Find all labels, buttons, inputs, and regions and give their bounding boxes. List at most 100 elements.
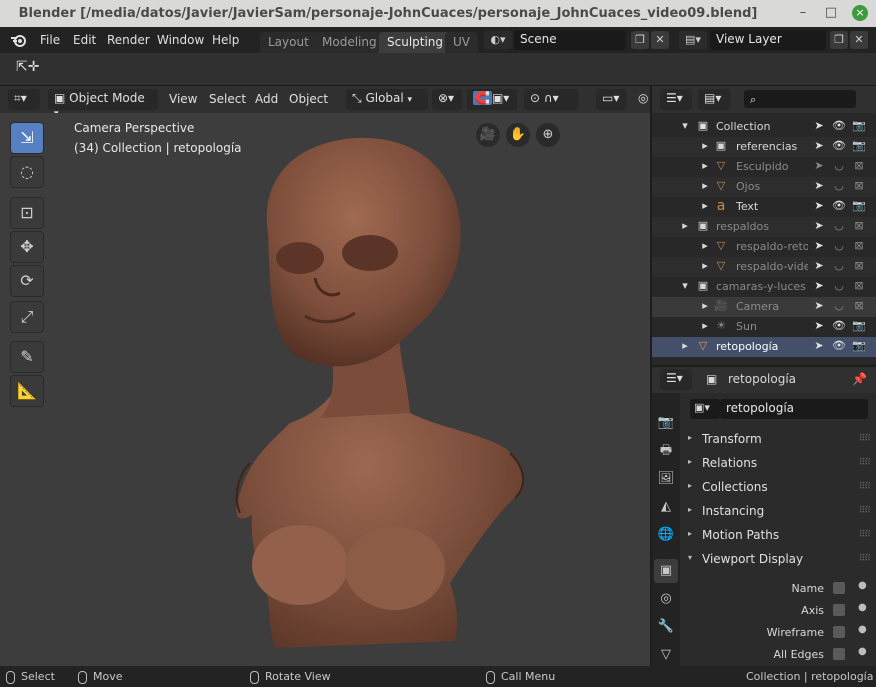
object-type-visibility-icon[interactable]: ▭▾ bbox=[596, 89, 626, 110]
select-arrow-icon[interactable]: ➤ bbox=[812, 199, 826, 212]
scale-tool-icon[interactable]: ⤢ bbox=[10, 301, 44, 333]
camera-render-icon[interactable]: 📷 bbox=[852, 319, 866, 332]
menu-edit[interactable]: Edit bbox=[73, 33, 96, 47]
expand-icon[interactable]: ▾ bbox=[678, 279, 692, 293]
select-arrow-icon[interactable]: ➤ bbox=[812, 319, 826, 332]
view-layer-browse-icon[interactable]: ▤▾ bbox=[679, 31, 707, 49]
minimize-button[interactable]: – bbox=[795, 5, 811, 21]
scene-delete-icon[interactable]: ✕ bbox=[651, 31, 669, 49]
cursor-tool-icon[interactable]: ◌ bbox=[10, 156, 44, 188]
object-tab-icon[interactable]: ▣ bbox=[654, 559, 678, 583]
select-arrow-icon[interactable]: ➤ bbox=[812, 179, 826, 192]
expand-icon[interactable]: ▸ bbox=[698, 139, 712, 153]
eye-closed-icon[interactable]: ◡ bbox=[832, 279, 846, 292]
blender-logo-icon[interactable] bbox=[10, 32, 28, 48]
outliner-row-respaldo-video[interactable]: ▸ ▽ respaldo-video ➤ ◡ ⊠ bbox=[652, 257, 876, 277]
snap-toggle-icon[interactable]: 🧲 ▣▾ bbox=[467, 89, 517, 110]
expand-icon[interactable]: ▸ bbox=[698, 199, 712, 213]
drag-handle-icon[interactable]: ⠿⠿ bbox=[859, 554, 871, 564]
camera-render-icon[interactable]: 📷 bbox=[852, 119, 866, 132]
outliner-row-respaldo-retop[interactable]: ▸ ▽ respaldo-retop ➤ ◡ ⊠ bbox=[652, 237, 876, 257]
expand-icon[interactable]: ▸ bbox=[698, 259, 712, 273]
properties-editor-type-icon[interactable]: ☰▾ bbox=[660, 369, 692, 390]
select-arrow-icon[interactable]: ➤ bbox=[812, 279, 826, 292]
select-arrow-icon[interactable]: ➤ bbox=[812, 159, 826, 172]
keyframe-dot-icon[interactable]: ● bbox=[858, 580, 867, 591]
eye-closed-icon[interactable]: ◡ bbox=[832, 259, 846, 272]
move-tool-icon[interactable]: ⇱✛ bbox=[16, 59, 39, 81]
scene-new-icon[interactable]: ❐ bbox=[631, 31, 649, 49]
orientation-selector[interactable]: ⤡ Global ▾ bbox=[346, 89, 428, 110]
select-arrow-icon[interactable]: ➤ bbox=[812, 299, 826, 312]
camera-render-icon[interactable]: 📷 bbox=[852, 139, 866, 152]
measure-tool-icon[interactable]: 📐 bbox=[10, 375, 44, 407]
select-arrow-icon[interactable]: ➤ bbox=[812, 139, 826, 152]
eye-closed-icon[interactable]: ◡ bbox=[832, 179, 846, 192]
scene-browse-icon[interactable]: ◐▾ bbox=[484, 31, 512, 49]
tab-layout[interactable]: Layout bbox=[260, 32, 317, 53]
select-arrow-icon[interactable]: ➤ bbox=[812, 119, 826, 132]
panel-instancing[interactable]: ▸ Instancing ⠿⠿ bbox=[684, 501, 872, 523]
panel-collections[interactable]: ▸ Collections ⠿⠿ bbox=[684, 477, 872, 499]
pivot-point-icon[interactable]: ⊗▾ bbox=[432, 89, 462, 110]
menu-window[interactable]: Window bbox=[157, 33, 204, 47]
zoom-icon[interactable]: ⊕ bbox=[536, 123, 560, 147]
panel-motion-paths[interactable]: ▸ Motion Paths ⠿⠿ bbox=[684, 525, 872, 547]
proportional-edit-icon[interactable]: ⊙ ∩▾ bbox=[524, 89, 578, 110]
menu-file[interactable]: File bbox=[40, 33, 60, 47]
panel-transform[interactable]: ▸ Transform ⠿⠿ bbox=[684, 429, 872, 451]
outliner-row-camaras-y-luces[interactable]: ▾ ▣ camaras-y-luces ➤ ◡ ⊠ bbox=[652, 277, 876, 297]
keyframe-dot-icon[interactable]: ● bbox=[858, 602, 867, 613]
checkbox[interactable] bbox=[833, 604, 845, 616]
expand-icon[interactable]: ▾ bbox=[678, 119, 692, 133]
eye-closed-icon[interactable]: ◡ bbox=[832, 239, 846, 252]
viewport-menu-view[interactable]: View bbox=[169, 92, 197, 106]
eye-icon[interactable]: 👁 bbox=[832, 319, 846, 332]
eye-icon[interactable]: 👁 bbox=[832, 119, 846, 132]
drag-handle-icon[interactable]: ⠿⠿ bbox=[859, 458, 871, 468]
tab-uv[interactable]: UV bbox=[445, 32, 478, 53]
camera-render-icon[interactable]: ⊠ bbox=[852, 159, 866, 172]
outliner-row-ojos[interactable]: ▸ ▽ Ojos ➤ ◡ ⊠ bbox=[652, 177, 876, 197]
eye-closed-icon[interactable]: ◡ bbox=[832, 219, 846, 232]
viewport-menu-select[interactable]: Select bbox=[209, 92, 246, 106]
checkbox[interactable] bbox=[833, 582, 845, 594]
outliner-row-collection[interactable]: ▾ ▣ Collection ➤ 👁 📷 bbox=[652, 117, 876, 137]
expand-icon[interactable]: ▸ bbox=[698, 159, 712, 173]
view-layer-tab-icon[interactable]: 🖼 bbox=[654, 467, 678, 491]
viewport-menu-add[interactable]: Add bbox=[255, 92, 278, 106]
select-arrow-icon[interactable]: ➤ bbox=[812, 239, 826, 252]
camera-render-icon[interactable]: 📷 bbox=[852, 339, 866, 352]
menu-help[interactable]: Help bbox=[212, 33, 239, 47]
3d-viewport[interactable]: Camera Perspective (34) Collection | ret… bbox=[0, 113, 650, 666]
viewport-menu-object[interactable]: Object bbox=[289, 92, 328, 106]
select-arrow-icon[interactable]: ➤ bbox=[812, 339, 826, 352]
eye-icon[interactable]: 👁 bbox=[832, 139, 846, 152]
select-box-tool-icon[interactable]: ⇲ bbox=[10, 122, 44, 154]
expand-icon[interactable]: ▸ bbox=[678, 219, 692, 233]
checkbox[interactable] bbox=[833, 626, 845, 638]
outliner-row-referencias[interactable]: ▸ ▣ referencias ➤ 👁 📷 bbox=[652, 137, 876, 157]
output-tab-icon[interactable]: 🖶 bbox=[654, 439, 678, 463]
select-arrow-icon[interactable]: ➤ bbox=[812, 259, 826, 272]
eye-closed-icon[interactable]: ◡ bbox=[832, 159, 846, 172]
outliner-row-respaldos[interactable]: ▸ ▣ respaldos ➤ ◡ ⊠ bbox=[652, 217, 876, 237]
display-mode-icon[interactable]: ▤▾ bbox=[698, 89, 730, 110]
select-arrow-icon[interactable]: ➤ bbox=[812, 219, 826, 232]
annotate-tool-icon[interactable]: ✎ bbox=[10, 341, 44, 373]
pin-icon[interactable]: 📌 bbox=[852, 372, 867, 386]
translate-tool-icon[interactable]: ✥ bbox=[10, 231, 44, 263]
drag-handle-icon[interactable]: ⠿⠿ bbox=[859, 434, 871, 444]
expand-icon[interactable]: ▸ bbox=[678, 339, 692, 353]
object-datablock-selector[interactable]: ▣▾ bbox=[690, 399, 720, 419]
camera-render-icon[interactable]: ⊠ bbox=[852, 299, 866, 312]
eye-icon[interactable]: 👁 bbox=[832, 339, 846, 352]
object-name-field[interactable]: retopología bbox=[720, 399, 868, 419]
camera-render-icon[interactable]: ⊠ bbox=[852, 279, 866, 292]
menu-render[interactable]: Render bbox=[107, 33, 150, 47]
outliner-row-camera[interactable]: ▸ 🎥 Camera ➤ ◡ ⊠ bbox=[652, 297, 876, 317]
outliner-row-sun[interactable]: ▸ ☀ Sun ➤ 👁 📷 bbox=[652, 317, 876, 337]
world-tab-icon[interactable]: 🌐 bbox=[654, 523, 678, 547]
drag-handle-icon[interactable]: ⠿⠿ bbox=[859, 530, 871, 540]
expand-icon[interactable]: ▸ bbox=[698, 179, 712, 193]
